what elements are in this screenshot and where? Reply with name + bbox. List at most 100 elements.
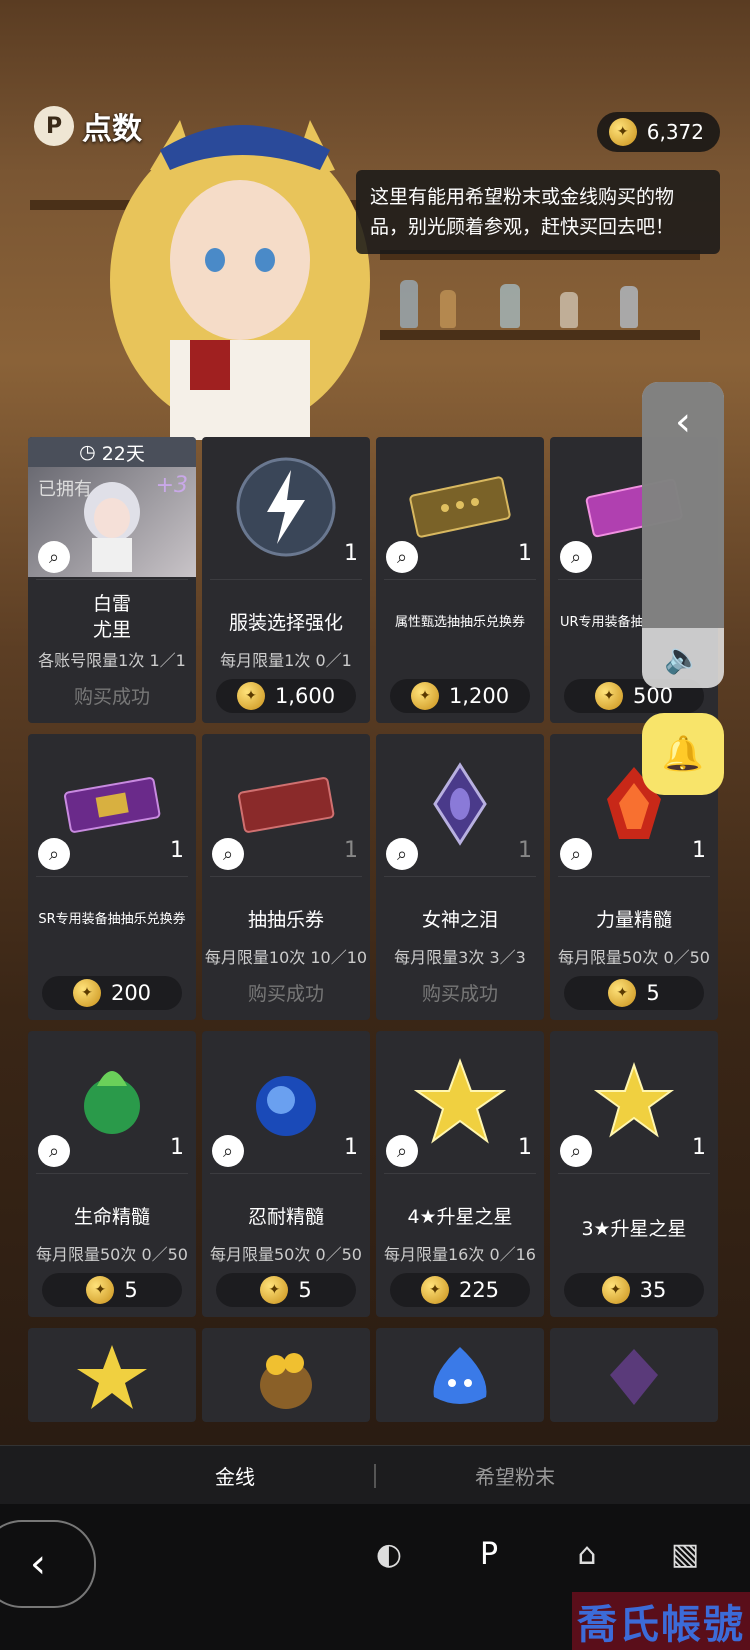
buy-button[interactable]: ✦ 1,600 <box>216 679 356 713</box>
watermark: 喬氏帳號 <box>572 1592 750 1650</box>
owned-label: 已拥有 <box>38 479 92 500</box>
goddess-tear-icon <box>433 762 487 846</box>
shop-item-card[interactable] <box>202 1328 370 1422</box>
gold-thread-icon: ✦ <box>420 1276 449 1304</box>
shop-item-card[interactable]: ⌕ 1 SR专用装备抽抽乐兑换券 ✦ 200 <box>28 734 196 1020</box>
item-quantity: 1 <box>692 1135 706 1160</box>
crate-icon[interactable]: ▧ <box>661 1530 709 1578</box>
points-shop-icon[interactable]: P <box>465 1530 513 1578</box>
inspect-icon[interactable]: ⌕ <box>38 1135 70 1167</box>
back-button[interactable]: ‹ <box>0 1520 96 1608</box>
shop-item-card[interactable]: ⌕ 1 忍耐精髓 每月限量50次 0／50 ✦ 5 <box>202 1031 370 1317</box>
tab-gold[interactable]: 金线 <box>150 1446 320 1504</box>
purchase-limit: 每月限量1次 0／1 <box>220 651 352 670</box>
inspect-icon[interactable]: ⌕ <box>386 1135 418 1167</box>
bell-icon[interactable]: 🔔 <box>642 713 724 795</box>
inspect-icon[interactable]: ⌕ <box>386 838 418 870</box>
item-quantity: 1 <box>170 838 184 863</box>
three-star-icon <box>593 1061 675 1138</box>
purchase-limit: 每月限量10次 10／10 <box>204 948 368 967</box>
item-image <box>550 1328 718 1422</box>
buy-button[interactable]: ✦ 35 <box>564 1273 704 1307</box>
inspect-icon[interactable]: ⌕ <box>212 1135 244 1167</box>
item-quantity: 1 <box>170 1135 184 1160</box>
gold-thread-icon: ✦ <box>260 1276 289 1304</box>
gold-thread-icon: ✦ <box>601 1276 630 1304</box>
buy-button[interactable]: ✦ 200 <box>42 976 182 1010</box>
buy-button[interactable]: ✦ 5 <box>216 1273 356 1307</box>
price-value: 225 <box>458 1278 500 1302</box>
inspect-icon[interactable]: ⌕ <box>38 838 70 870</box>
gold-bag-icon <box>260 1353 312 1409</box>
ticket-icon <box>409 476 511 538</box>
gold-thread-icon: ✦ <box>410 682 439 710</box>
item-quantity: 1 <box>344 1135 358 1160</box>
endurance-essence-icon <box>256 1076 316 1136</box>
item-quantity: 1 <box>518 541 532 566</box>
inspect-icon[interactable]: ⌕ <box>386 541 418 573</box>
inspect-icon[interactable]: ⌕ <box>38 541 70 573</box>
purchase-success: 购买成功 <box>73 686 150 708</box>
item-name: 属性甄选抽抽乐兑换券 <box>394 615 525 630</box>
purchase-limit: 每月限量50次 0／50 <box>36 1245 188 1264</box>
lightning-emblem-icon <box>236 457 336 557</box>
gold-thread-icon: ✦ <box>86 1276 115 1304</box>
buy-button[interactable]: ✦ 225 <box>390 1273 530 1307</box>
slime-icon <box>433 1347 487 1404</box>
price-value: 1,600 <box>274 684 336 708</box>
card-divider <box>384 579 536 580</box>
four-star-icon <box>413 1058 507 1144</box>
shop-item-card[interactable]: ⌕ 1 属性甄选抽抽乐兑换券 ✦ 1,200 <box>376 437 544 723</box>
buy-button[interactable]: ✦ 5 <box>42 1273 182 1307</box>
card-divider <box>384 876 536 877</box>
purchase-limit: 各账号限量1次 1／1 <box>38 651 186 670</box>
clock-icon: ◷ <box>79 441 96 463</box>
store-icon[interactable]: ⌂ <box>563 1530 611 1578</box>
shop-item-card[interactable] <box>28 1328 196 1422</box>
inspect-icon[interactable]: ⌕ <box>560 541 592 573</box>
shop-item-card[interactable]: 1 服装选择强化 每月限量1次 0／1 ✦ 1,600 <box>202 437 370 723</box>
item-quantity: 1 <box>344 838 358 863</box>
buy-button[interactable]: ✦ 5 <box>564 976 704 1010</box>
item-quantity: 1 <box>518 1135 532 1160</box>
shop-item-card[interactable] <box>550 1328 718 1422</box>
currency-amount: 6,372 <box>646 120 704 144</box>
npc-speech-bubble: 这里有能用希望粉末或金线购买的物品，别光顾着参观，赶快买回去吧！ <box>356 170 720 254</box>
shop-item-card[interactable]: ⌕ 1 3★升星之星 ✦ 35 <box>550 1031 718 1317</box>
bottle <box>620 286 638 328</box>
card-divider <box>210 1173 362 1174</box>
sr-ticket-icon <box>64 777 161 833</box>
shop-item-card[interactable] <box>376 1328 544 1422</box>
bottom-navbar: ‹ ◐ P ⌂ ▧ 喬氏帳號 <box>0 1504 750 1650</box>
item-quantity: 1 <box>692 838 706 863</box>
card-divider <box>558 1173 710 1174</box>
tab-hope-powder[interactable]: 希望粉末 <box>420 1446 610 1504</box>
inspect-icon[interactable]: ⌕ <box>560 1135 592 1167</box>
card-divider <box>36 876 188 877</box>
shop-item-card[interactable]: ⌕ 1 女神之泪 每月限量3次 3／3 购买成功 <box>376 734 544 1020</box>
card-divider <box>210 876 362 877</box>
shop-item-card[interactable]: ⌕ 1 抽抽乐券 每月限量10次 10／10 购买成功 <box>202 734 370 1020</box>
tab-divider <box>374 1464 376 1488</box>
gacha-ticket-icon <box>238 777 335 833</box>
life-essence-icon <box>84 1071 140 1134</box>
speaker-icon[interactable]: 🔈 <box>642 628 724 688</box>
price-value: 5 <box>646 981 660 1005</box>
card-divider <box>210 579 362 580</box>
rice-bowl-icon[interactable]: ◐ <box>365 1530 413 1578</box>
price-value: 5 <box>298 1278 312 1302</box>
owned-count: +3 <box>155 473 188 498</box>
inspect-icon[interactable]: ⌕ <box>560 838 592 870</box>
item-image <box>202 1328 370 1422</box>
item-quantity: 1 <box>518 838 532 863</box>
purchase-success: 购买成功 <box>247 983 324 1005</box>
shop-item-card[interactable]: ⌕ 1 4★升星之星 每月限量16次 0／16 ✦ 225 <box>376 1031 544 1317</box>
card-divider <box>384 1173 536 1174</box>
chevron-left-icon[interactable]: ‹ <box>642 382 724 462</box>
shop-item-card[interactable]: ⌕ 1 生命精髓 每月限量50次 0／50 ✦ 5 <box>28 1031 196 1317</box>
page-title: 点数 <box>82 112 142 147</box>
shop-item-card[interactable]: ◷ 22天 已拥有 +3 ⌕ 白雷 尤里 各账号限量1次 1／1 购买成功 <box>28 437 196 723</box>
inspect-icon[interactable]: ⌕ <box>212 838 244 870</box>
star-item-icon <box>77 1345 147 1409</box>
buy-button[interactable]: ✦ 1,200 <box>390 679 530 713</box>
